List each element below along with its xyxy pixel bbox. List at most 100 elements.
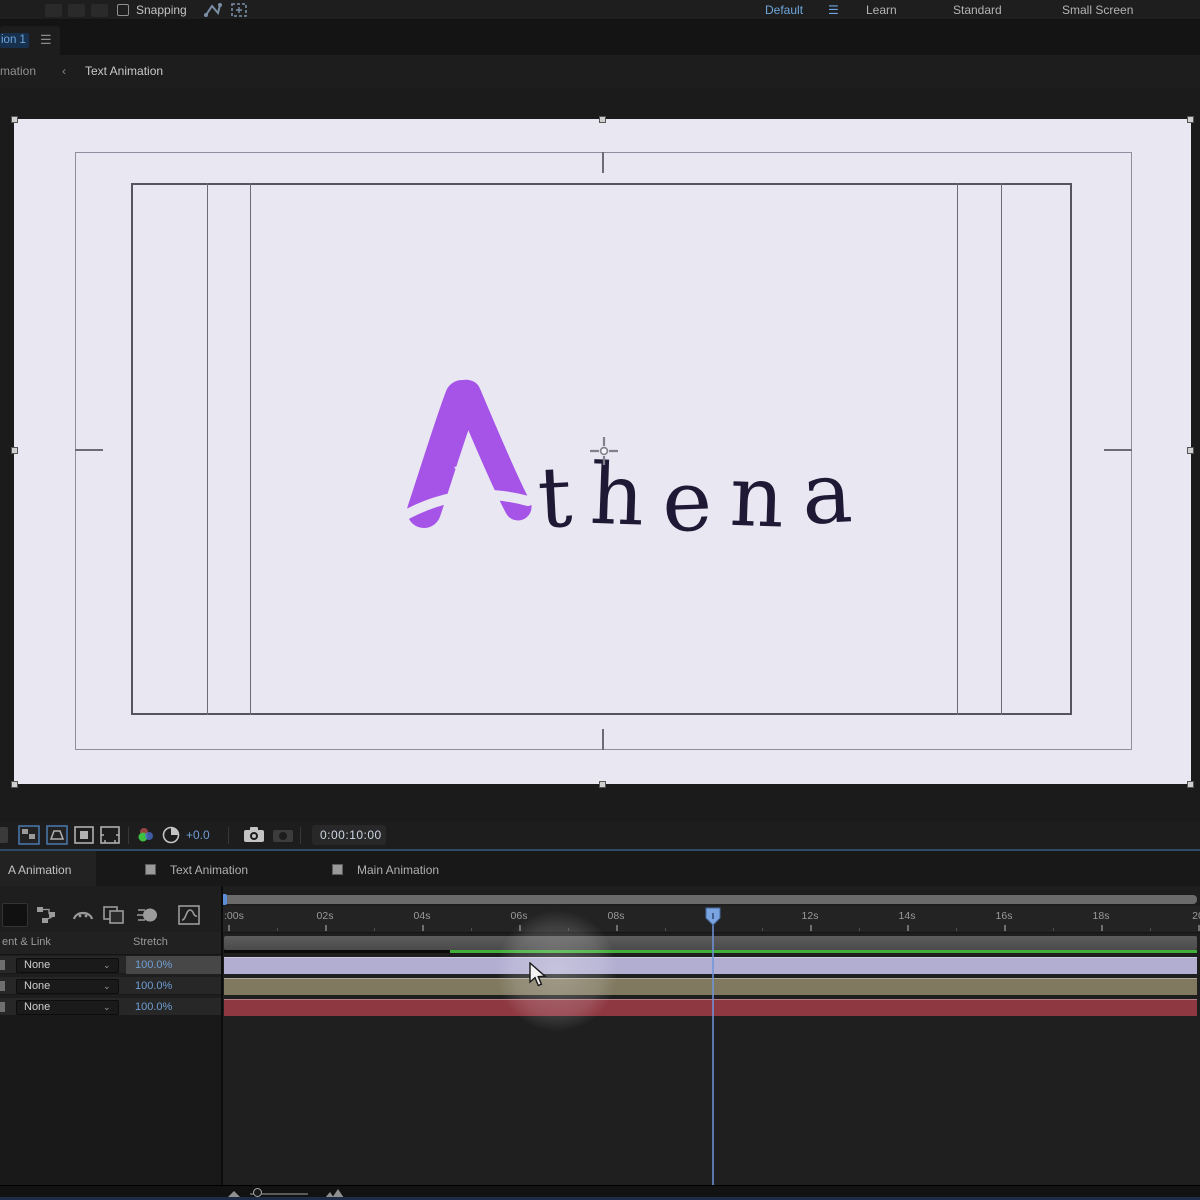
region-of-interest-icon[interactable] <box>46 825 68 845</box>
tab-a-animation[interactable]: A Animation <box>8 863 71 877</box>
ruler-label: 02s <box>316 910 334 922</box>
layer-duration-bar[interactable] <box>224 999 1197 1016</box>
ruler-minor-tick <box>1149 928 1151 931</box>
graph-editor-icon[interactable] <box>178 905 200 925</box>
composition-breadcrumb: mation ‹ Text Animation <box>0 55 1200 88</box>
frame-blending-icon[interactable] <box>102 905 126 925</box>
breadcrumb-parent[interactable]: mation <box>0 64 36 78</box>
timecode-well[interactable] <box>2 903 28 927</box>
logo-text[interactable]: thena <box>535 442 872 551</box>
ruler-label: 08s <box>607 910 625 922</box>
resolution-icon[interactable] <box>162 826 180 844</box>
stretch-value[interactable]: 100.0% <box>135 959 172 971</box>
selection-handle[interactable] <box>599 116 606 123</box>
guide-line <box>1001 183 1002 715</box>
selection-handle[interactable] <box>1187 116 1194 123</box>
chevron-down-icon[interactable]: ⌄ <box>103 1002 111 1013</box>
disabled-tool-icon <box>91 4 108 17</box>
motion-blur-icon[interactable] <box>136 905 160 925</box>
selection-handle[interactable] <box>1187 447 1194 454</box>
show-snapshot-icon[interactable] <box>272 826 294 844</box>
tab-text-animation[interactable]: Text Animation <box>170 863 248 877</box>
selection-handle[interactable] <box>11 116 18 123</box>
tab-main-animation[interactable]: Main Animation <box>357 863 439 877</box>
snapping-checkbox[interactable] <box>117 4 129 16</box>
logo-letter: t <box>535 446 593 548</box>
current-timecode[interactable]: 0:00:10:00 <box>320 828 382 842</box>
guide-line <box>957 183 958 715</box>
top-toolbar: Snapping ☰ Default Learn Standard Small Scr… <box>0 0 1200 20</box>
exposure-value[interactable]: +0.0 <box>186 828 210 842</box>
ruler-label: 20 <box>1192 910 1200 922</box>
layer-row[interactable]: None ⌄ 100.0% <box>0 998 221 1016</box>
timeline-zoom-slider-knob[interactable] <box>253 1188 262 1197</box>
clipped-toolbar-icon <box>0 827 8 843</box>
layer-duration-bar[interactable] <box>224 957 1197 974</box>
ruler-minor-tick <box>761 928 763 931</box>
selection-handle[interactable] <box>599 781 606 788</box>
stretch-value[interactable]: 100.0% <box>135 1001 172 1013</box>
parent-value[interactable]: None <box>24 1001 50 1013</box>
ruler-minor-tick <box>1052 928 1054 931</box>
layer-list-empty-area <box>0 1016 221 1185</box>
center-tick <box>1104 449 1132 451</box>
stretch-value[interactable]: 100.0% <box>135 980 172 992</box>
snapshot-camera-icon[interactable] <box>243 826 265 844</box>
composition-canvas[interactable]: thena <box>14 119 1191 784</box>
panel-column-divider[interactable] <box>221 886 223 1185</box>
timeline-empty-area[interactable] <box>222 1016 1200 1185</box>
ruler-tick <box>907 925 909 931</box>
disabled-tool-icon <box>45 4 62 17</box>
breadcrumb-current[interactable]: Text Animation <box>85 64 163 78</box>
ruler-label: 18s <box>1092 910 1110 922</box>
selection-handle[interactable] <box>11 781 18 788</box>
crosshair-box-icon[interactable] <box>230 2 248 18</box>
panel-menu-icon[interactable]: ☰ <box>40 32 52 48</box>
ruler-tick <box>325 925 327 931</box>
stretch-cell[interactable]: 100.0% <box>126 956 221 974</box>
stretch-column-header[interactable]: Stretch <box>133 936 168 948</box>
grid-guides-icon[interactable] <box>74 826 94 844</box>
playhead-marker[interactable] <box>705 907 721 926</box>
composition-tab-label[interactable]: ion 1 <box>0 33 29 48</box>
shy-layers-icon[interactable] <box>72 905 94 925</box>
workspace-menu-icon[interactable]: ☰ <box>828 3 839 17</box>
workspace-item-learn[interactable]: Learn <box>866 3 897 17</box>
time-navigator-bar[interactable] <box>224 895 1197 904</box>
anchor-point-icon[interactable] <box>588 435 620 467</box>
layer-row[interactable]: None ⌄ 100.0% <box>0 977 221 995</box>
parent-value[interactable]: None <box>24 959 50 971</box>
logo-letter-a[interactable] <box>392 371 552 543</box>
selection-handle[interactable] <box>1187 781 1194 788</box>
workspace-item-small-screen[interactable]: Small Screen <box>1062 3 1133 17</box>
selection-handle[interactable] <box>11 447 18 454</box>
ruler-tick <box>616 925 618 931</box>
show-channel-icon[interactable] <box>136 826 156 844</box>
ruler-minor-tick <box>858 928 860 931</box>
chevron-down-icon[interactable]: ⌄ <box>103 981 111 992</box>
parent-value[interactable]: None <box>24 980 50 992</box>
transparency-grid-icon[interactable] <box>18 825 40 845</box>
parent-link-column-header[interactable]: ent & Link <box>2 936 51 948</box>
composition-panel-tab-row: ion 1 ☰ <box>0 20 1200 55</box>
stretch-cell[interactable]: 100.0% <box>126 998 221 1016</box>
stretch-cell[interactable]: 100.0% <box>126 977 221 995</box>
workspace-item-standard[interactable]: Standard <box>953 3 1002 17</box>
layer-row[interactable]: None ⌄ 100.0% <box>0 956 221 974</box>
composition-viewer[interactable]: thena <box>0 88 1200 822</box>
ruler-minor-tick <box>276 928 278 931</box>
work-area-bar[interactable] <box>224 936 1197 950</box>
playhead-line <box>712 924 714 1185</box>
chevron-down-icon[interactable]: ⌄ <box>103 960 111 971</box>
disabled-tool-icon <box>68 4 85 17</box>
ruler-minor-tick <box>470 928 472 931</box>
ruler-tick <box>1198 925 1200 931</box>
ruler-minor-tick <box>373 928 375 931</box>
mini-flowchart-icon[interactable] <box>36 905 58 925</box>
layer-duration-bar[interactable] <box>224 978 1197 995</box>
layer-icon-fragment <box>0 1002 5 1012</box>
workspace-item-default[interactable]: Default <box>765 3 803 17</box>
cursor-highlight <box>497 911 617 1031</box>
motion-path-icon[interactable] <box>204 2 222 18</box>
mask-visibility-icon[interactable] <box>100 826 120 844</box>
